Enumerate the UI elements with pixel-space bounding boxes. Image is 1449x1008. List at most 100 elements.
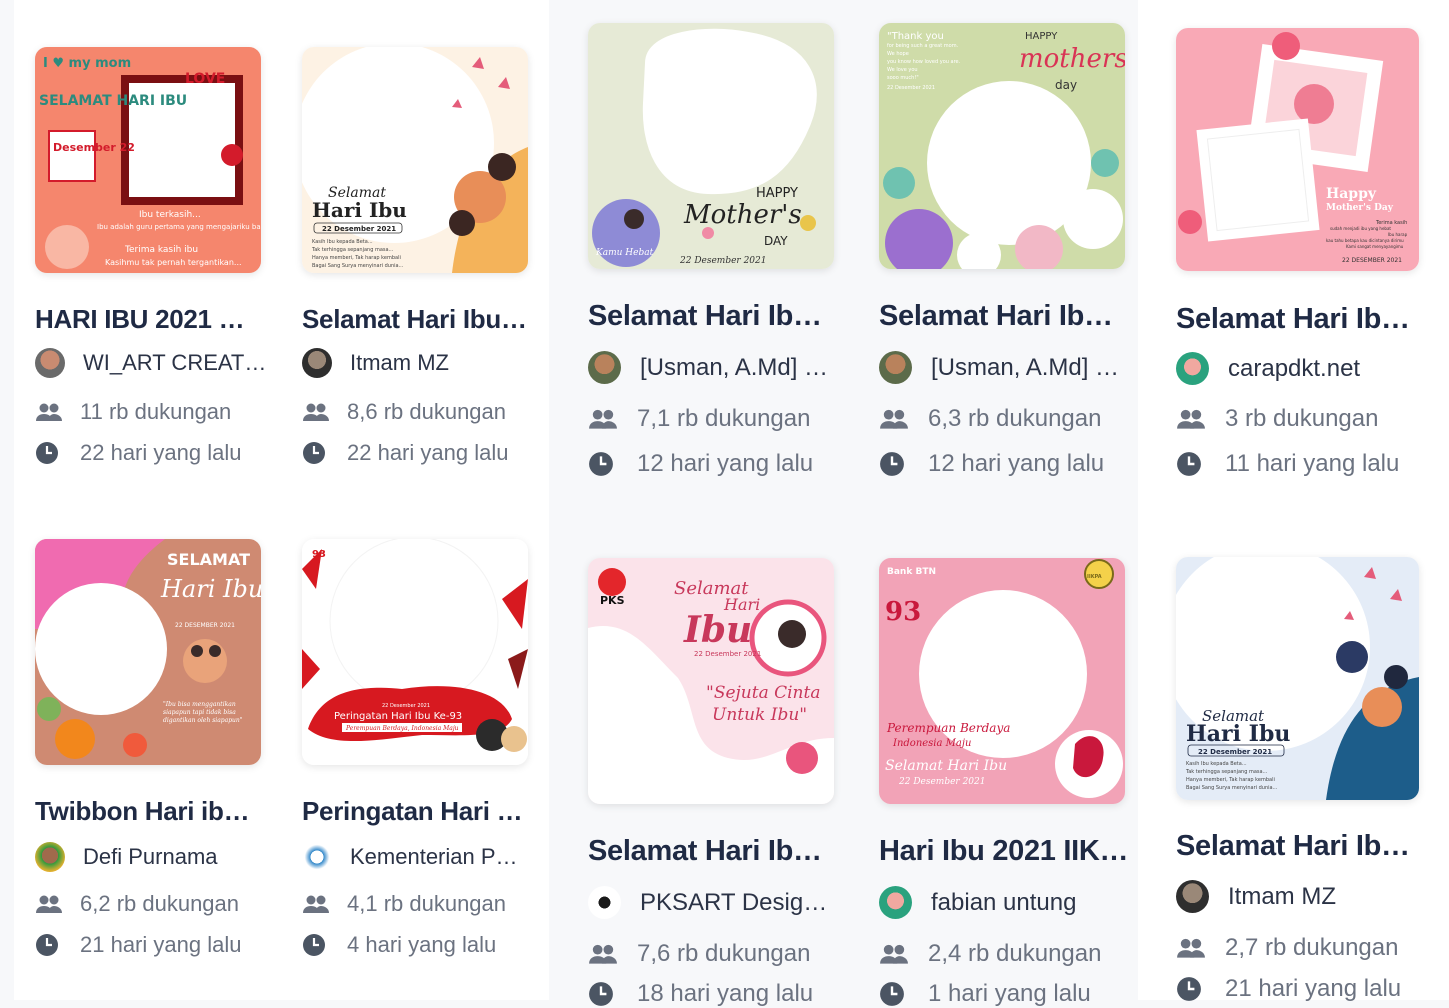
time-row: 11 hari yang lalu	[1176, 450, 1426, 478]
thumb-text: LOVE	[185, 71, 225, 87]
thumb-text: Hari Ibu	[312, 198, 407, 222]
campaign-thumbnail[interactable]: SELAMAT Hari Ibu 22 DESEMBER 2021 "Ibu b…	[35, 539, 261, 765]
thumb-text: 22 Desember 2021	[887, 85, 935, 91]
time-row: 21 hari yang lalu	[1176, 975, 1426, 1003]
thumb-text: "Thank you	[887, 31, 944, 42]
thumb-text: day	[1055, 78, 1077, 92]
thumb-text: Kasih Ibu kepada Beta...	[1186, 761, 1247, 767]
creator-row[interactable]: fabian untung	[879, 886, 1131, 919]
clock-icon	[589, 982, 613, 1006]
creator-name: Kementerian P…	[350, 844, 518, 869]
created-time: 21 hari yang lalu	[1225, 975, 1402, 1002]
thumb-text: Perempuan Berdaya	[886, 721, 1010, 735]
thumb-text: We hope	[887, 51, 909, 57]
creator-avatar	[1176, 880, 1209, 913]
people-icon	[589, 944, 617, 964]
campaign-title[interactable]: Selamat Hari Ibu…	[588, 835, 834, 868]
campaign-card[interactable]: Happy Mother's Day Terima kasih sudah me…	[1176, 28, 1434, 498]
created-time: 12 hari yang lalu	[637, 450, 814, 477]
campaign-thumbnail[interactable]: PKS Selamat Hari Ibu 22 Desember 2021 "S…	[588, 558, 834, 804]
supporters-row: 4,1 rb dukungan	[302, 891, 534, 917]
supporters-row: 7,6 rb dukungan	[588, 940, 840, 968]
campaign-title[interactable]: Selamat Hari Ibu …	[588, 300, 834, 333]
campaign-card[interactable]: Selamat Hari Ibu 22 Desember 2021 Kasih …	[1176, 557, 1434, 1003]
time-row: 4 hari yang lalu	[302, 932, 534, 958]
campaign-thumbnail[interactable]: Happy Mother's Day Terima kasih sudah me…	[1176, 28, 1419, 271]
supporters-row: 2,7 rb dukungan	[1176, 934, 1426, 962]
thumb-text: sooo much!"	[887, 75, 919, 81]
campaign-title[interactable]: Twibbon Hari ibu…	[35, 796, 261, 827]
campaign-card[interactable]: SELAMAT Hari Ibu 22 DESEMBER 2021 "Ibu b…	[35, 539, 275, 979]
creator-row[interactable]: Kementerian P…	[302, 842, 534, 872]
thumb-text: Happy	[1326, 186, 1377, 202]
time-row: 21 hari yang lalu	[35, 932, 267, 958]
campaign-card[interactable]: 93 22 Desember 2021 Peringatan Hari Ibu …	[302, 539, 542, 979]
thumb-text: Mother's	[683, 200, 802, 230]
campaign-thumbnail[interactable]: Selamat Hari Ibu 22 Desember 2021 Kasih …	[302, 47, 528, 273]
thumb-text: Hari Ibu	[160, 575, 261, 603]
thumb-text: 22 Desember 2021	[694, 650, 761, 658]
people-icon	[589, 409, 617, 429]
thumb-text: Kasihmu tak pernah tergantikan...	[105, 258, 242, 267]
thumb-text: 22 Desember 2021	[1198, 748, 1272, 756]
campaign-card[interactable]: Selamat Hari Ibu 22 Desember 2021 Kasih …	[302, 47, 542, 487]
creator-row[interactable]: WI_ART CREAT…	[35, 348, 267, 378]
creator-avatar	[1176, 352, 1209, 385]
thumb-text: Ibu adalah guru pertama yang mengajariku…	[97, 223, 261, 231]
campaign-thumbnail[interactable]: Selamat Hari Ibu 22 Desember 2021 Kasih …	[1176, 557, 1419, 800]
supporters-count: 11 rb dukungan	[80, 399, 232, 424]
creator-avatar	[302, 842, 332, 872]
thumb-text: PKS	[600, 594, 625, 607]
campaign-thumbnail[interactable]: 93 22 Desember 2021 Peringatan Hari Ibu …	[302, 539, 528, 765]
creator-name: fabian untung	[931, 888, 1077, 916]
supporters-count: 2,7 rb dukungan	[1225, 934, 1399, 961]
creator-row[interactable]: [Usman, A.Md] …	[588, 351, 840, 384]
creator-name: Itmam MZ	[350, 350, 449, 375]
supporters-row: 6,3 rb dukungan	[879, 405, 1131, 433]
people-icon	[1177, 409, 1205, 429]
creator-row[interactable]: Itmam MZ	[302, 348, 534, 378]
campaign-card[interactable]: I ♥ my mom LOVE SELAMAT HARI IBU Desembe…	[35, 47, 275, 487]
creator-row[interactable]: carapdkt.net	[1176, 352, 1426, 385]
thumb-text: 22 Desember 2021	[679, 256, 767, 266]
created-time: 1 hari yang lalu	[928, 980, 1091, 1007]
clock-icon	[880, 452, 904, 476]
time-row: 22 hari yang lalu	[35, 440, 267, 466]
campaign-title[interactable]: HARI IBU 2021 S…	[35, 304, 261, 335]
campaign-thumbnail[interactable]: I ♥ my mom LOVE SELAMAT HARI IBU Desembe…	[35, 47, 261, 273]
campaign-title[interactable]: Selamat Hari Ibu …	[1176, 830, 1419, 863]
thumb-text: you know how loved you are.	[887, 59, 961, 65]
campaign-card[interactable]: PKS Selamat Hari Ibu 22 Desember 2021 "S…	[588, 558, 848, 1007]
campaign-title[interactable]: Hari Ibu 2021 IIKPA	[879, 835, 1129, 868]
campaign-card[interactable]: HAPPY Mother's DAY Kamu Hebat 22 Desembe…	[588, 23, 848, 493]
thumb-text: Kamu Hebat	[595, 248, 654, 258]
campaign-title[interactable]: Selamat Hari Ibu …	[1176, 303, 1419, 336]
campaign-thumbnail[interactable]: "Thank you for being such a great mom. W…	[879, 23, 1125, 269]
creator-row[interactable]: [Usman, A.Md] …	[879, 351, 1131, 384]
people-icon	[303, 895, 329, 913]
creator-row[interactable]: Defi Purnama	[35, 842, 267, 872]
thumb-text: Untuk Ibu"	[712, 705, 807, 725]
thumb-text: I ♥ my mom	[43, 56, 131, 71]
thumb-text: Terima kasih ibu	[124, 245, 198, 255]
creator-name: PKSART Design…	[640, 888, 836, 916]
time-row: 18 hari yang lalu	[588, 980, 840, 1008]
campaign-title[interactable]: Selamat Hari Ibu …	[879, 300, 1125, 333]
thumb-text: HAPPY	[756, 186, 798, 201]
campaign-thumbnail[interactable]: HAPPY Mother's DAY Kamu Hebat 22 Desembe…	[588, 23, 834, 269]
campaign-title[interactable]: Selamat Hari Ibu …	[302, 304, 528, 335]
supporters-count: 7,6 rb dukungan	[637, 940, 811, 967]
creator-row[interactable]: PKSART Design…	[588, 886, 840, 919]
creator-avatar	[588, 351, 621, 384]
creator-name: [Usman, A.Md] …	[931, 353, 1120, 381]
creator-name: carapdkt.net	[1228, 354, 1361, 382]
campaign-card[interactable]: "Thank you for being such a great mom. W…	[879, 23, 1139, 493]
campaign-thumbnail[interactable]: Bank BTN 93 IIKPA Perempuan Berdaya Indo…	[879, 558, 1125, 804]
creator-row[interactable]: Itmam MZ	[1176, 880, 1426, 913]
clock-icon	[1177, 452, 1201, 476]
campaign-card[interactable]: Bank BTN 93 IIKPA Perempuan Berdaya Indo…	[879, 558, 1139, 1007]
people-icon	[303, 403, 329, 421]
campaign-title[interactable]: Peringatan Hari I…	[302, 796, 528, 827]
people-icon	[1177, 938, 1205, 958]
thumb-text: Bank BTN	[887, 567, 936, 577]
